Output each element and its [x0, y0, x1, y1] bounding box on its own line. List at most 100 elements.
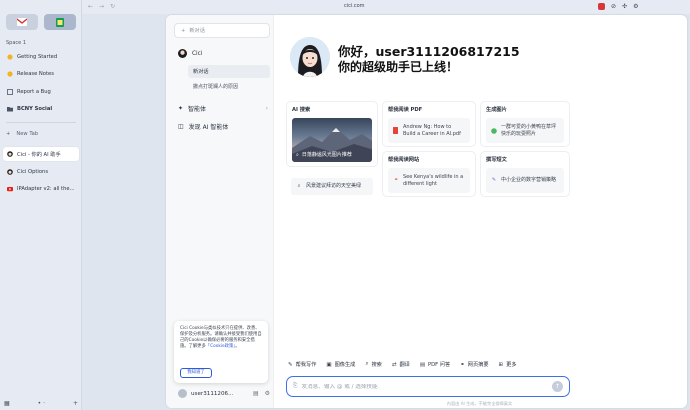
tool-label: 帮我写作 [295, 362, 317, 368]
cici-app: + 新对话 Cici 新对话 撒点打斑斓人的原因 ✦ 智能体 › ◫ 发现 AI… [166, 15, 687, 408]
new-chat-button[interactable]: + 新对话 [174, 23, 270, 38]
add-space-icon[interactable]: + [73, 400, 78, 407]
tool-label: 更多 [506, 362, 517, 368]
plus-icon: + [181, 27, 186, 34]
bookmark-report-bug[interactable]: Report a Bug [3, 85, 79, 99]
card-title: AI 搜索 [292, 107, 311, 113]
toolbar-right: ⊘ ✣ ⚙ [598, 3, 638, 10]
card-title: 帮我阅读网站 [388, 157, 420, 163]
bookmark-release-notes[interactable]: Release Notes [3, 67, 79, 81]
bookmark-folder-bcny[interactable]: BCNY Social [3, 102, 79, 116]
tab-cici-options[interactable]: Cici Options [3, 165, 79, 179]
card-write-essay[interactable]: 撰写短文 ✎ 中小企业的数字营销策略 [480, 151, 570, 197]
tool-image[interactable]: ▣ 图像生成 [326, 361, 356, 369]
notes-icon [7, 71, 13, 77]
space-label: Space 1 [6, 40, 27, 46]
suggestion-item[interactable]: ⌕ 风景建议拜访的天空美绿 [291, 178, 373, 195]
tab-ipadapter[interactable]: IPAdapter v2: all the... [3, 182, 79, 196]
tool-more[interactable]: ⊞ 更多 [498, 361, 517, 369]
browser-toolbar: ← → ↻ cici.com ⊘ ✣ ⚙ [82, 0, 690, 14]
send-button[interactable]: ↑ [552, 381, 563, 392]
menu-label: 智能体 [188, 106, 207, 113]
tool-label: 翻译 [399, 362, 410, 368]
bookmark-getting-started[interactable]: Getting Started [3, 50, 79, 64]
new-tab-button[interactable]: + New Tab [6, 131, 38, 137]
shield-icon[interactable]: ⊘ [611, 3, 616, 10]
user-profile[interactable]: user3111206... ▤ ⚙ [178, 389, 270, 398]
tool-write[interactable]: ✎ 帮我写作 [288, 361, 317, 369]
agent-cici[interactable]: Cici [178, 49, 202, 58]
pinned-gmail[interactable] [6, 14, 38, 30]
user-tools: ▤ ⚙ [253, 390, 270, 397]
image-caption-text: 日落静谧风光图片推荐 [301, 152, 352, 158]
bug-icon [7, 89, 13, 95]
tab-cici[interactable]: Cici - 你的 AI 助手 [3, 147, 79, 161]
conversation-item[interactable]: 撒点打斑斓人的原因 [193, 83, 238, 90]
attach-icon[interactable]: ⎘ [293, 383, 297, 390]
reload-icon[interactable]: ↻ [110, 3, 115, 10]
library-icon[interactable]: ▤ [253, 390, 259, 397]
pdf-icon: ▤ [419, 361, 426, 368]
new-chat-label: 新对话 [189, 28, 205, 34]
gmail-icon [17, 18, 27, 26]
bookmark-label: Report a Bug [17, 89, 51, 95]
suggestion-item[interactable]: 一群可爱的小黄鸭在草坪快乐的玩耍照片 [486, 118, 564, 143]
new-tab-label: New Tab [16, 131, 39, 137]
card-ai-search-extra: ⌕ 风景建议拜访的天空美绿 [286, 172, 378, 202]
conversation-active[interactable]: 新对话 [188, 65, 270, 78]
pdf-icon [393, 127, 399, 134]
back-arrow-icon[interactable]: ← [88, 3, 93, 10]
tool-label: 网页摘要 [467, 362, 489, 368]
cookie-policy-link[interactable]: 「Cookie政策」 [206, 344, 236, 349]
forward-arrow-icon[interactable]: → [99, 3, 104, 10]
settings-icon[interactable]: ⚙ [265, 390, 270, 397]
suggestion-text: 风景建议拜访的天空美绿 [306, 183, 362, 190]
chat-input-box: ⎘ ↑ [286, 376, 570, 397]
cookie-accept-button[interactable]: 我知道了 [180, 368, 212, 378]
grid-icon: ⊞ [498, 361, 504, 368]
suggestion-item[interactable]: ⚭ See Kenya's wildlife in a different li… [388, 168, 470, 193]
tool-search[interactable]: ⌕ 搜索 [365, 361, 381, 368]
edit-icon: ✎ [491, 177, 497, 184]
suggestion-text: 中小企业的数字营销策略 [501, 177, 557, 184]
search-icon: ⌕ [296, 151, 299, 158]
tool-translate[interactable]: ⇄ 翻译 [392, 361, 410, 369]
suggestion-text: 一群可爱的小黄鸭在草坪快乐的玩耍照片 [501, 124, 557, 137]
link-icon: ⚭ [393, 177, 399, 184]
card-read-pdf[interactable]: 帮我阅读 PDF Andrew Ng: How to Build a Caree… [382, 101, 476, 147]
puzzle-icon[interactable]: ✣ [622, 3, 627, 10]
link-icon: ⚭ [460, 361, 465, 368]
suggestion-text: See Kenya's wildlife in a different ligh… [403, 174, 464, 187]
tool-pdf[interactable]: ▤ PDF 问答 [419, 361, 450, 369]
card-generate-image[interactable]: 生成图片 一群可爱的小黄鸭在草坪快乐的玩耍照片 [480, 101, 570, 147]
extension-icon[interactable] [598, 3, 605, 10]
settings-icon[interactable]: ⚙ [633, 3, 638, 10]
image-icon [491, 127, 497, 134]
search-icon: ⌕ [365, 361, 369, 367]
mountain-image[interactable]: ⌕ 日落静谧风光图片推荐 [292, 118, 372, 162]
bot-icon: ◫ [178, 123, 184, 130]
tool-label: 图像生成 [334, 362, 356, 368]
bookmark-label: Release Notes [17, 71, 54, 77]
suggestion-item[interactable]: Andrew Ng: How to Build a Career in AI.p… [388, 118, 470, 143]
spaces-dots-icon[interactable]: • · [38, 400, 45, 407]
pinned-apps [6, 14, 76, 30]
chat-input[interactable] [301, 383, 502, 390]
user-name: user3111206... [191, 390, 234, 397]
menu-agents[interactable]: ✦ 智能体 › [178, 104, 268, 113]
sparkle-icon: ✦ [178, 105, 184, 112]
suggestion-item[interactable]: ✎ 中小企业的数字营销策略 [486, 168, 564, 193]
address-bar[interactable]: cici.com [344, 3, 365, 9]
menu-discover[interactable]: ◫ 发现 AI 智能体 [178, 122, 268, 131]
card-title: 撰写短文 [486, 157, 507, 163]
card-ai-search[interactable]: AI 搜索 ⌕ 日落静谧风光图片推荐 [286, 101, 378, 167]
greeting-subtitle: 你的超级助手已上线！ [338, 60, 459, 74]
pinned-sheets[interactable] [44, 14, 76, 30]
tab-label: Cici Options [17, 169, 49, 175]
chevron-right-icon: › [265, 105, 268, 112]
tool-summary[interactable]: ⚭ 网页摘要 [460, 361, 489, 369]
card-read-website[interactable]: 帮我阅读网站 ⚭ See Kenya's wildlife in a diffe… [382, 151, 476, 197]
skill-toolbar: ✎ 帮我写作 ▣ 图像生成 ⌕ 搜索 ⇄ 翻译 ▤ PDF 问答 ⚭ 网页摘要 ⊞ 更多 [288, 361, 517, 368]
image-caption: ⌕ 日落静谧风光图片推荐 [296, 151, 368, 159]
library-icon[interactable]: ▦ [4, 400, 10, 407]
